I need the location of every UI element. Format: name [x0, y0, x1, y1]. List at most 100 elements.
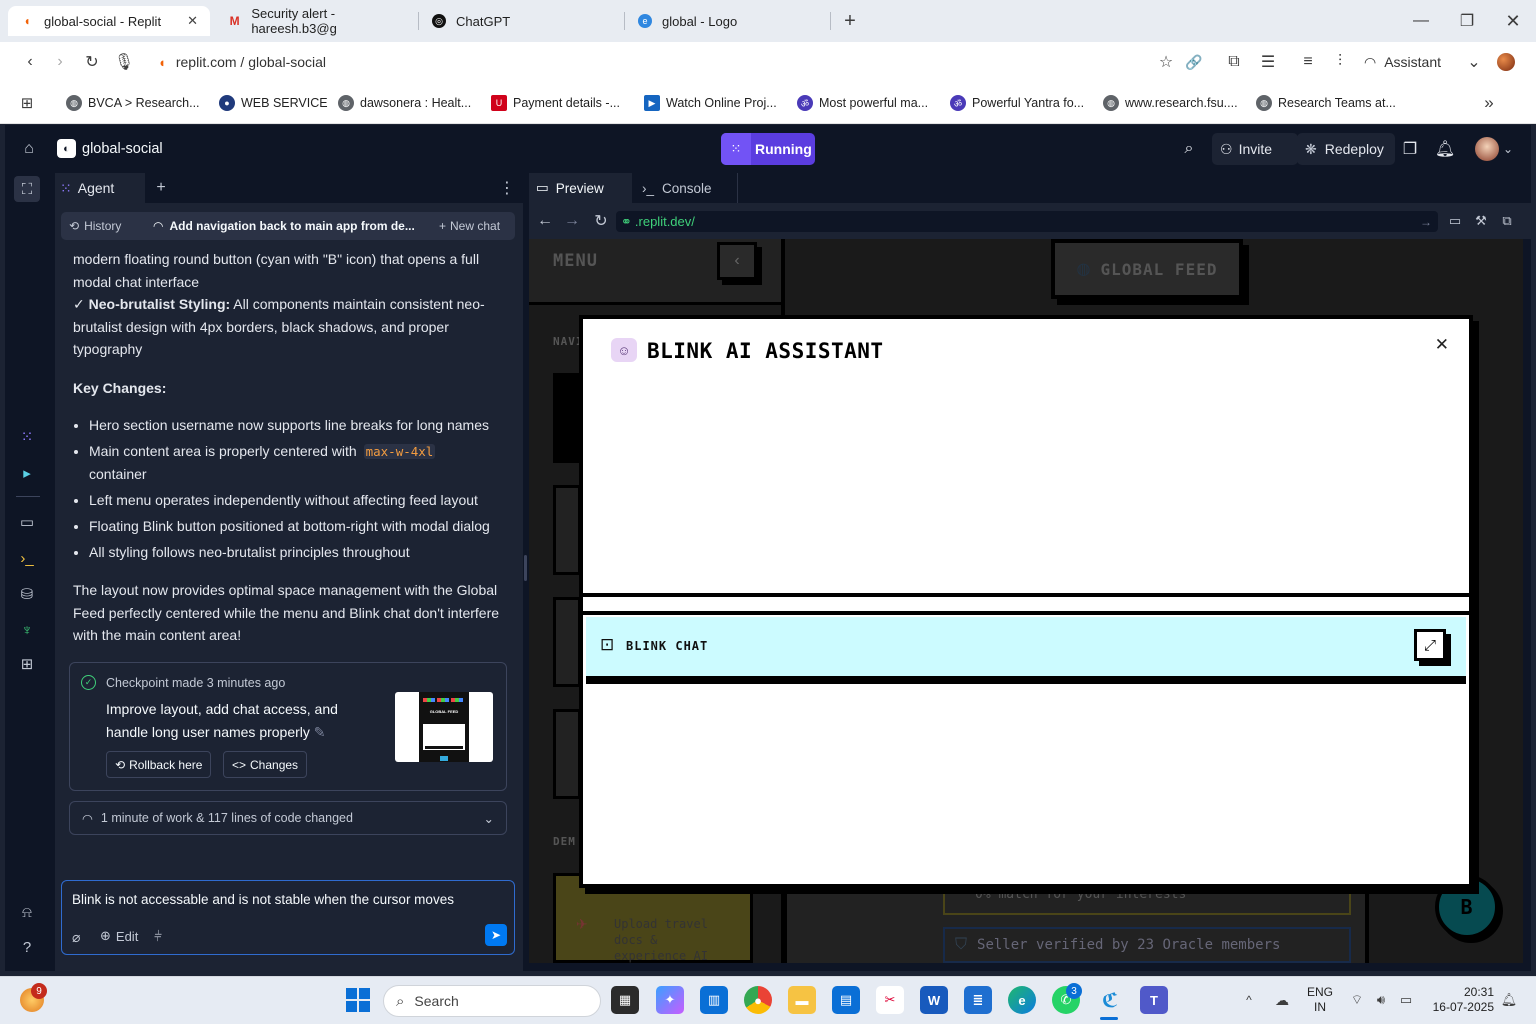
- new-chat-button[interactable]: + New chat: [439, 219, 500, 233]
- tab-agent[interactable]: ⁙ Agent: [55, 173, 145, 203]
- devices-icon[interactable]: ▭: [1446, 211, 1464, 231]
- tab-preview[interactable]: ▭ Preview: [529, 173, 632, 203]
- devtools-wrench-icon[interactable]: ⚒: [1472, 211, 1490, 231]
- url-field[interactable]: ◖ replit.com / global-social: [150, 48, 1150, 76]
- expand-button[interactable]: ⤢: [1414, 629, 1446, 661]
- checkpoint-thumbnail[interactable]: GLOBAL FEED: [395, 692, 493, 762]
- bookmark-item[interactable]: ◍ BVCA > Research...: [66, 93, 200, 113]
- teams-icon[interactable]: T: [1140, 986, 1168, 1014]
- bookmark-item[interactable]: ◍ Research Teams at...: [1256, 93, 1396, 113]
- store-icon[interactable]: ▤: [832, 986, 860, 1014]
- running-status-button[interactable]: ⁙ Running: [721, 133, 815, 165]
- open-new-tab-icon[interactable]: ⧉: [1498, 211, 1516, 231]
- extensions-icon[interactable]: ⧉: [1222, 50, 1246, 74]
- go-arrow-icon[interactable]: →: [1420, 215, 1432, 229]
- chrome-icon[interactable]: ●: [744, 986, 772, 1014]
- help-icon[interactable]: ?: [14, 934, 40, 960]
- bookmark-item[interactable]: U Payment details -...: [491, 93, 620, 113]
- deployments-icon[interactable]: ♆: [14, 617, 40, 643]
- browser-tab-gmail[interactable]: M Security alert - hareesh.b3@g: [216, 6, 416, 36]
- nav-item[interactable]: [553, 485, 581, 575]
- trello-icon[interactable]: ▥: [700, 986, 728, 1014]
- chevron-down-icon[interactable]: ⌄: [1501, 140, 1515, 158]
- edit-pencil-icon[interactable]: ✎: [314, 724, 326, 740]
- wifi-icon[interactable]: ⌔: [1348, 990, 1366, 1010]
- terminal-icon[interactable]: ›_: [14, 545, 40, 571]
- assistant-button[interactable]: ◠ Assistant: [1364, 50, 1441, 74]
- onedrive-icon[interactable]: ☁: [1272, 990, 1292, 1010]
- workflow-icon[interactable]: ▸: [14, 460, 40, 486]
- redeploy-button[interactable]: ❋ Redeploy: [1297, 133, 1395, 165]
- menu-lines-icon[interactable]: ≡: [1296, 50, 1320, 74]
- notepad-icon[interactable]: ≣: [964, 986, 992, 1014]
- paperclip-icon[interactable]: ⌀: [72, 929, 80, 946]
- prompt-input[interactable]: Blink is not accessable and is not stabl…: [61, 880, 515, 955]
- nav-item[interactable]: [553, 373, 581, 463]
- battery-icon[interactable]: ▭: [1396, 990, 1416, 1010]
- new-tab-icon[interactable]: +: [838, 10, 862, 32]
- search-icon[interactable]: ⌕: [1178, 138, 1200, 160]
- snipping-tool-icon[interactable]: ✂: [876, 986, 904, 1014]
- bell-icon[interactable]: 🔔︎: [1434, 138, 1456, 160]
- bookmark-item[interactable]: ॐ Powerful Yantra fo...: [950, 93, 1084, 113]
- tab-console[interactable]: ›_ Console: [634, 173, 738, 203]
- collapse-menu-button[interactable]: ‹: [717, 242, 757, 280]
- apps-grid-icon[interactable]: ⊞: [16, 92, 38, 114]
- prompt-text[interactable]: Blink is not accessable and is not stabl…: [72, 892, 454, 907]
- blink-chat-bar[interactable]: ⊡ BLINK CHAT ⤢: [586, 617, 1466, 679]
- browser-tab-replit[interactable]: ◖ global-social - Replit ✕: [8, 6, 210, 36]
- browser-tab-chatgpt[interactable]: ◎ ChatGPT: [420, 6, 620, 36]
- reading-list-icon[interactable]: ☰: [1256, 50, 1280, 74]
- rollback-button[interactable]: ⟲ Rollback here: [106, 751, 212, 778]
- copy-icon[interactable]: ❐: [1399, 138, 1421, 160]
- file-tree-icon[interactable]: ⛶: [14, 176, 40, 202]
- minimize-icon[interactable]: —: [1408, 8, 1434, 34]
- file-explorer-icon[interactable]: ▬: [788, 986, 816, 1014]
- bookmark-item[interactable]: ◍ dawsonera : Healt...: [338, 93, 471, 113]
- browser-tab-global-logo[interactable]: e global - Logo: [626, 6, 830, 36]
- more-vertical-icon[interactable]: ⋮: [498, 178, 516, 198]
- window-close-icon[interactable]: ✕: [1500, 8, 1526, 34]
- send-button[interactable]: ➤: [485, 924, 507, 946]
- sliders-icon[interactable]: ⫩: [154, 928, 162, 945]
- back-icon[interactable]: ←: [536, 211, 554, 231]
- reload-icon[interactable]: ↻: [80, 50, 104, 74]
- edit-mode-button[interactable]: ⊕ Edit: [100, 928, 138, 944]
- forward-icon[interactable]: →: [563, 211, 581, 231]
- add-tab-icon[interactable]: +: [152, 178, 170, 198]
- chat-title[interactable]: ◠ Add navigation back to main app from de…: [153, 219, 435, 233]
- star-icon[interactable]: ☆: [1154, 50, 1178, 74]
- edge-dev-icon[interactable]: ℭ: [1096, 986, 1124, 1014]
- task-view-icon[interactable]: ▦: [611, 986, 639, 1014]
- user-avatar[interactable]: [1475, 137, 1499, 161]
- agent-icon[interactable]: ⁙: [14, 424, 40, 450]
- bookmark-item[interactable]: ॐ Most powerful ma...: [797, 93, 928, 113]
- bookmark-item[interactable]: ◍ www.research.fsu....: [1103, 93, 1238, 113]
- nav-item[interactable]: [553, 709, 581, 799]
- chevron-up-icon[interactable]: ^: [1240, 990, 1258, 1010]
- language-indicator[interactable]: ENG IN: [1302, 985, 1338, 1015]
- bookmark-item[interactable]: ▶ Watch Online Proj...: [644, 93, 777, 113]
- invite-button[interactable]: ⚇ Invite: [1212, 133, 1298, 165]
- audio-wave-icon[interactable]: ⫶: [1328, 50, 1352, 74]
- project-name[interactable]: global-social: [82, 141, 163, 157]
- database-icon[interactable]: ⛁: [14, 581, 40, 607]
- close-icon[interactable]: ✕: [1435, 335, 1449, 355]
- help-bell-icon[interactable]: ⍾: [14, 899, 40, 925]
- nav-item[interactable]: [553, 597, 581, 687]
- home-icon[interactable]: ⌂: [18, 138, 40, 160]
- microphone-icon[interactable]: 🎙: [112, 50, 136, 74]
- work-summary-collapsible[interactable]: ◠ 1 minute of work & 117 lines of code c…: [69, 801, 507, 835]
- clock[interactable]: 20:31 16-07-2025: [1420, 985, 1494, 1015]
- forward-icon[interactable]: ›: [48, 50, 72, 74]
- resize-handle[interactable]: [524, 555, 527, 581]
- windows-start-icon[interactable]: [346, 988, 370, 1012]
- taskbar-search[interactable]: ⌕ Search: [383, 985, 601, 1017]
- word-icon[interactable]: W: [920, 986, 948, 1014]
- reload-icon[interactable]: ↻: [592, 211, 610, 231]
- changes-button[interactable]: <> Changes: [223, 751, 308, 778]
- copilot-icon[interactable]: ✦: [656, 986, 684, 1014]
- all-tools-icon[interactable]: ⊞: [14, 651, 40, 677]
- chevron-down-icon[interactable]: ⌄: [1462, 50, 1486, 74]
- more-bookmarks-icon[interactable]: »: [1478, 92, 1500, 114]
